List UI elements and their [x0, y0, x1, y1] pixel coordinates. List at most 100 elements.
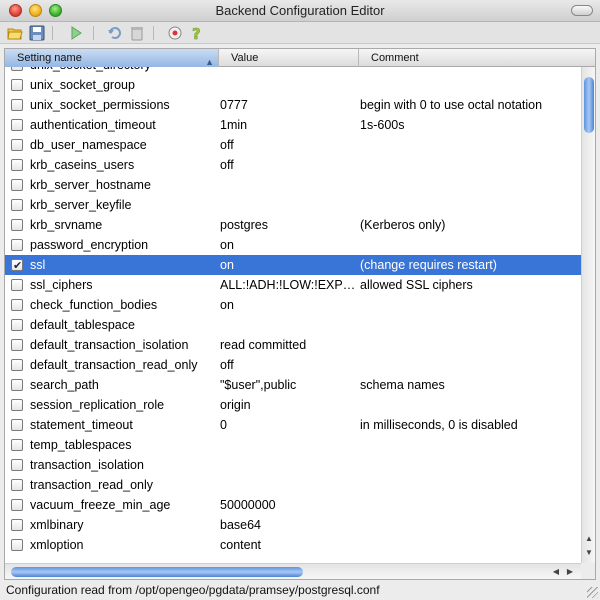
row-checkbox[interactable] — [11, 67, 23, 71]
resize-grip-icon[interactable] — [587, 587, 598, 598]
table-row[interactable]: session_replication_role origin — [5, 395, 581, 415]
column-header-value[interactable]: Value — [219, 49, 359, 67]
setting-name: vacuum_freeze_min_age — [30, 498, 171, 512]
row-checkbox[interactable] — [11, 439, 23, 451]
row-checkbox[interactable] — [11, 139, 23, 151]
setting-comment[interactable]: (Kerberos only) — [360, 215, 445, 235]
setting-comment[interactable]: in milliseconds, 0 is disabled — [360, 415, 518, 435]
table-row[interactable]: transaction_isolation — [5, 455, 581, 475]
row-checkbox[interactable] — [11, 99, 23, 111]
table-row[interactable]: check_function_bodies on — [5, 295, 581, 315]
setting-comment[interactable]: begin with 0 to use octal notation — [360, 95, 542, 115]
vertical-scroll-thumb[interactable] — [584, 77, 594, 133]
row-checkbox[interactable] — [11, 419, 23, 431]
vertical-scrollbar[interactable]: ▲ ▼ — [581, 67, 595, 563]
scroll-up-icon[interactable]: ▲ — [582, 533, 596, 545]
row-checkbox[interactable] — [11, 479, 23, 491]
table-row[interactable]: xmlbinary base64 — [5, 515, 581, 535]
setting-comment[interactable]: 1s-600s — [360, 115, 404, 135]
setting-value[interactable]: 1min — [220, 115, 356, 135]
setting-name: session_replication_role — [30, 398, 165, 412]
row-checkbox[interactable] — [11, 499, 23, 511]
setting-value[interactable]: content — [220, 535, 356, 555]
save-icon[interactable] — [29, 25, 45, 41]
row-checkbox[interactable] — [11, 299, 23, 311]
column-header-comment[interactable]: Comment — [359, 49, 595, 67]
table-row[interactable]: transaction_read_only — [5, 475, 581, 495]
row-checkbox[interactable] — [11, 199, 23, 211]
table-row[interactable]: ssl_ciphers ALL:!ADH:!LOW:!EXP:... allowed… — [5, 275, 581, 295]
setting-name: statement_timeout — [30, 418, 133, 432]
table-row[interactable]: search_path "$user",public schema names — [5, 375, 581, 395]
setting-value[interactable]: 0 — [220, 415, 356, 435]
row-checkbox[interactable] — [11, 339, 23, 351]
status-bar-text: Configuration read from /opt/opengeo/pgd… — [6, 583, 380, 597]
table-row[interactable]: password_encryption on — [5, 235, 581, 255]
table-row[interactable]: vacuum_freeze_min_age 50000000 — [5, 495, 581, 515]
help-icon[interactable]: ? — [189, 25, 205, 41]
setting-comment[interactable]: (change requires restart) — [360, 255, 497, 275]
table-row[interactable]: default_transaction_isolation read commit… — [5, 335, 581, 355]
table-row[interactable]: krb_srvname postgres (Kerberos only) — [5, 215, 581, 235]
row-checkbox[interactable] — [11, 379, 23, 391]
table-row[interactable]: statement_timeout 0 in milliseconds, 0 is … — [5, 415, 581, 435]
setting-value[interactable]: 50000000 — [220, 495, 356, 515]
row-checkbox[interactable] — [11, 519, 23, 531]
row-checkbox[interactable] — [11, 79, 23, 91]
setting-value[interactable]: "$user",public — [220, 375, 356, 395]
row-checkbox[interactable] — [11, 256, 23, 276]
setting-value[interactable]: origin — [220, 395, 356, 415]
table-row[interactable]: krb_server_hostname — [5, 175, 581, 195]
setting-comment[interactable]: allowed SSL ciphers — [360, 275, 473, 295]
scroll-left-icon[interactable]: ◀ — [549, 565, 563, 579]
setting-value[interactable]: 0777 — [220, 95, 356, 115]
table-row[interactable]: temp_tablespaces — [5, 435, 581, 455]
row-checkbox[interactable] — [11, 359, 23, 371]
setting-value[interactable]: ALL:!ADH:!LOW:!EXP:... — [220, 275, 356, 295]
column-header-setting-name[interactable]: Setting name ▲ — [5, 49, 219, 67]
scroll-down-icon[interactable]: ▼ — [582, 547, 596, 559]
table-row[interactable]: default_transaction_read_only off — [5, 355, 581, 375]
setting-name: password_encryption — [30, 238, 149, 252]
table-row[interactable]: default_tablespace — [5, 315, 581, 335]
title-bar[interactable]: Backend Configuration Editor — [0, 0, 600, 22]
setting-value[interactable]: off — [220, 155, 356, 175]
setting-value[interactable]: on — [220, 235, 356, 255]
row-checkbox[interactable] — [11, 539, 23, 551]
row-checkbox[interactable] — [11, 459, 23, 471]
row-checkbox[interactable] — [11, 319, 23, 331]
table-row[interactable]: krb_caseins_users off — [5, 155, 581, 175]
help-contents-icon[interactable] — [167, 25, 183, 41]
row-checkbox[interactable] — [11, 279, 23, 291]
row-checkbox[interactable] — [11, 239, 23, 251]
row-checkbox[interactable] — [11, 219, 23, 231]
undo-icon[interactable] — [107, 25, 123, 41]
setting-value[interactable]: read committed — [220, 335, 356, 355]
table-row[interactable]: db_user_namespace off — [5, 135, 581, 155]
table-row[interactable]: authentication_timeout 1min 1s-600s — [5, 115, 581, 135]
table-row[interactable]: ssl on(change requires restart) — [5, 255, 581, 276]
setting-value[interactable]: off — [220, 355, 356, 375]
row-checkbox[interactable] — [11, 179, 23, 191]
table-row[interactable]: unix_socket_permissions 0777 begin with 0 … — [5, 95, 581, 115]
row-checkbox[interactable] — [11, 399, 23, 411]
setting-value[interactable]: base64 — [220, 515, 356, 535]
open-icon[interactable] — [7, 25, 23, 41]
table-row[interactable]: krb_server_keyfile — [5, 195, 581, 215]
delete-icon[interactable] — [129, 25, 145, 41]
row-checkbox[interactable] — [11, 119, 23, 131]
horizontal-scrollbar[interactable]: ◀ ▶ — [5, 563, 581, 579]
scroll-right-icon[interactable]: ▶ — [563, 565, 577, 579]
table-row-partial[interactable]: unix_socket_directory — [5, 67, 581, 75]
setting-value[interactable]: on — [220, 255, 356, 275]
run-icon[interactable] — [68, 25, 84, 41]
setting-value[interactable]: postgres — [220, 215, 356, 235]
setting-value[interactable]: off — [220, 135, 356, 155]
row-checkbox[interactable] — [11, 159, 23, 171]
setting-comment[interactable]: schema names — [360, 375, 445, 395]
table-row[interactable]: unix_socket_group — [5, 75, 581, 95]
table-row[interactable]: xmloption content — [5, 535, 581, 555]
setting-value[interactable]: on — [220, 295, 356, 315]
horizontal-scroll-thumb[interactable] — [11, 567, 303, 577]
toolbar-toggle-button[interactable] — [571, 5, 593, 16]
